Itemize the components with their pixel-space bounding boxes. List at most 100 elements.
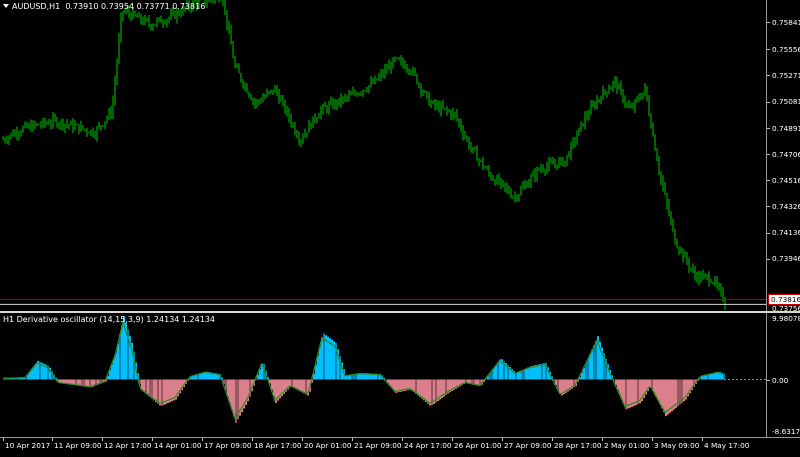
histogram-bar — [629, 379, 631, 408]
histogram-bar — [659, 379, 661, 405]
time-tick — [202, 438, 203, 441]
histogram-bar — [623, 379, 625, 405]
histogram-bar — [325, 335, 327, 380]
price-label: 0.75841 — [772, 18, 800, 27]
price-label: 0.75081 — [772, 97, 800, 106]
price-axis[interactable]: 0.75841 0.75556 0.75271 0.75081 0.74891 … — [766, 0, 800, 313]
price-chart-pane[interactable]: AUDUSD,H1 0.73910 0.73954 0.73771 0.7381… — [0, 0, 766, 311]
histogram-bar — [331, 339, 333, 380]
price-label: 0.73756 — [772, 304, 800, 313]
histogram-bar — [117, 343, 119, 380]
price-label: 0.74136 — [772, 228, 800, 237]
histogram-bar — [321, 337, 323, 380]
time-label: 21 Apr 09:00 — [354, 441, 402, 450]
price-tick — [767, 180, 770, 181]
time-label: 10 Apr 2017 — [5, 441, 51, 450]
histogram-bar — [303, 379, 305, 394]
histogram-bar — [535, 365, 537, 380]
price-label: 0.74706 — [772, 150, 800, 159]
histogram-bar — [413, 379, 415, 392]
histogram-bar — [591, 349, 593, 380]
histogram-bar — [153, 379, 155, 401]
histogram-bar — [657, 379, 659, 401]
chart-header: AUDUSD,H1 0.73910 0.73954 0.73771 0.7381… — [3, 2, 205, 12]
oscillator-zero-label: 0.00 — [772, 376, 789, 385]
histogram-bar — [621, 379, 623, 400]
oscillator-max-label: 9.98078 — [772, 314, 800, 323]
histogram-bar — [423, 379, 425, 401]
indicator-values: 1.24134 1.24134 — [146, 315, 216, 324]
histogram-bar — [159, 379, 161, 406]
price-label: 0.75271 — [772, 71, 800, 80]
price-tick — [767, 259, 770, 260]
histogram-bar — [527, 367, 529, 380]
price-tick — [767, 22, 770, 23]
histogram-bar — [539, 364, 541, 380]
time-tick — [52, 438, 53, 441]
price-tick — [767, 154, 770, 155]
histogram-bar — [155, 379, 157, 402]
price-chart-canvas[interactable] — [0, 0, 766, 311]
histogram-bar — [417, 379, 419, 396]
time-label: 27 Apr 09:00 — [504, 441, 552, 450]
oscillator-pane[interactable]: H1 Derivative oscillator (14,15,3,9) 1.2… — [0, 313, 766, 437]
histogram-bar — [35, 363, 37, 380]
time-label: 14 Apr 01:00 — [154, 441, 202, 450]
time-tick — [302, 438, 303, 441]
time-label: 17 Apr 09:00 — [204, 441, 252, 450]
time-tick — [552, 438, 553, 441]
price-label: 0.75556 — [772, 45, 800, 54]
histogram-bar — [537, 364, 539, 380]
price-label: 0.74516 — [772, 176, 800, 185]
histogram-bar — [143, 379, 145, 392]
time-label: 18 Apr 17:00 — [254, 441, 302, 450]
time-tick — [252, 438, 253, 441]
time-label: 26 Apr 01:00 — [454, 441, 502, 450]
time-tick — [352, 438, 353, 441]
time-label: 12 Apr 17:00 — [104, 441, 152, 450]
time-axis[interactable]: 10 Apr 2017 11 Apr 09:00 12 Apr 17:00 14… — [0, 437, 800, 457]
time-tick — [402, 438, 403, 441]
histogram-bar — [429, 379, 431, 406]
histogram-bar — [495, 365, 497, 380]
histogram-bar — [427, 379, 429, 404]
indicator-name: H1 Derivative oscillator (14,15,3,9) — [3, 315, 144, 324]
histogram-bar — [627, 379, 629, 409]
histogram-bar — [121, 325, 123, 380]
histogram-bar — [233, 379, 235, 417]
histogram-bar — [589, 354, 591, 380]
time-tick — [152, 438, 153, 441]
time-tick — [3, 438, 4, 441]
histogram-bar — [663, 379, 665, 413]
chart-symbol: AUDUSD,H1 — [12, 2, 61, 11]
histogram-bar — [631, 379, 633, 407]
time-tick — [502, 438, 503, 441]
indicator-header: H1 Derivative oscillator (14,15,3,9) 1.2… — [3, 315, 215, 325]
histogram-bar — [655, 379, 657, 397]
histogram-bar — [329, 338, 331, 380]
time-tick — [602, 438, 603, 441]
time-tick — [702, 438, 703, 441]
oscillator-zero-tick — [767, 380, 770, 381]
price-tick — [767, 75, 770, 76]
price-label: 0.74891 — [772, 124, 800, 133]
time-label: 24 Apr 17:00 — [404, 441, 452, 450]
time-label: 20 Apr 01:00 — [304, 441, 352, 450]
histogram-bar — [531, 365, 533, 380]
price-tick — [767, 102, 770, 103]
price-label: 0.74326 — [772, 202, 800, 211]
histogram-bar — [229, 379, 231, 404]
histogram-bar — [425, 379, 427, 402]
oscillator-axis[interactable]: 9.98078 0.00 -8.63171 — [766, 313, 800, 437]
price-tick — [767, 206, 770, 207]
chart-ohlc: 0.73910 0.73954 0.73771 0.73816 — [65, 2, 206, 11]
histogram-bar — [327, 336, 329, 380]
triangle-down-icon[interactable] — [3, 4, 9, 8]
histogram-bar — [319, 346, 321, 380]
oscillator-min-label: -8.63171 — [772, 427, 800, 436]
histogram-bar — [299, 379, 301, 392]
time-label: 2 May 01:00 — [604, 441, 650, 450]
histogram-bar — [529, 366, 531, 380]
histogram-bar — [543, 363, 545, 380]
oscillator-canvas[interactable] — [0, 313, 766, 437]
